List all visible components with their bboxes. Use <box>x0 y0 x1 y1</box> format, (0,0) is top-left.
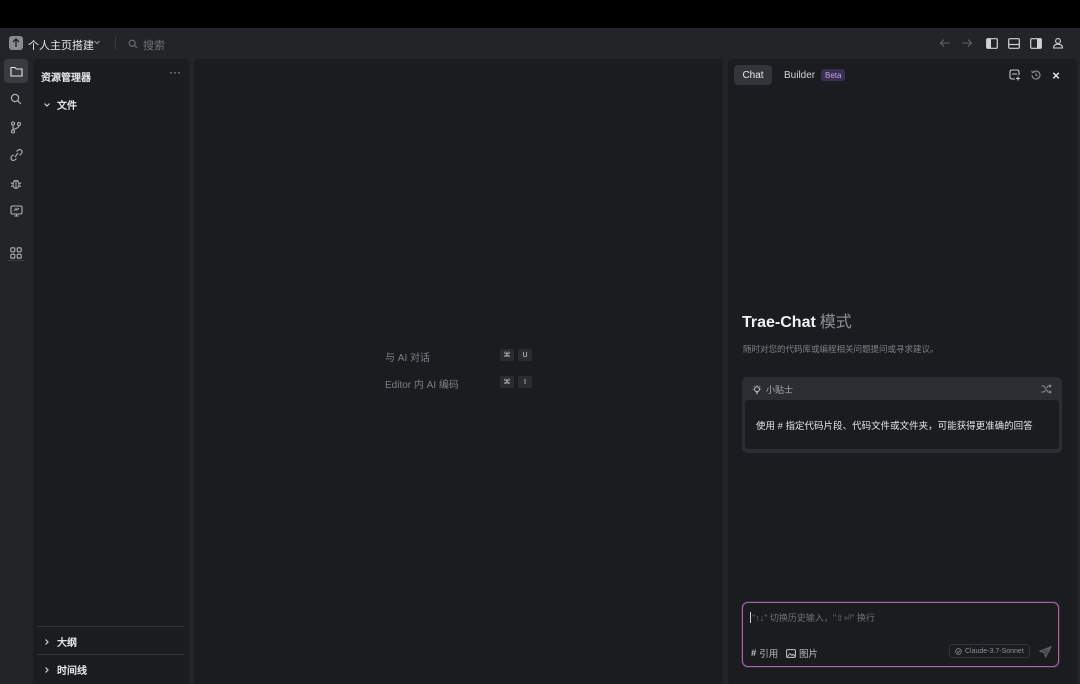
more-options-icon[interactable]: ··· <box>169 65 181 79</box>
send-button[interactable] <box>1037 644 1053 660</box>
chevron-down-icon[interactable] <box>92 36 102 50</box>
tips-card: 小贴士 使用 # 指定代码片段、代码文件或文件夹，可能获得更准确的回答 <box>742 377 1062 453</box>
section-timeline-label: 时间线 <box>57 666 87 677</box>
image-label: 图片 <box>799 649 819 660</box>
shortcut-key: I <box>518 376 532 388</box>
search-icon[interactable] <box>128 38 138 52</box>
chat-title: Trae-Chat <box>742 314 816 331</box>
toggle-left-panel-icon[interactable] <box>985 36 999 50</box>
ai-chat-screen-icon[interactable] <box>4 199 28 223</box>
chat-title-mode: 模式 <box>819 314 852 331</box>
editor-area[interactable]: 与 AI 对话 ⌘ U Editor 内 AI 编码 ⌘ I <box>194 59 723 684</box>
divider <box>37 654 184 655</box>
activity-bar <box>0 59 32 684</box>
explorer-panel: 资源管理器 ··· 文件 大纲 时间线 <box>33 59 189 684</box>
search-icon[interactable] <box>4 87 28 111</box>
model-selector[interactable]: Claude-3.7-Sonnet <box>949 644 1030 658</box>
explorer-title: 资源管理器 <box>41 73 91 84</box>
section-files-label: 文件 <box>57 101 77 112</box>
chat-input-placeholder: "↑↓" 切换历史输入，"⇧⏎" 换行 <box>750 611 875 624</box>
forward-arrow-icon[interactable] <box>960 36 974 50</box>
divider <box>37 626 184 627</box>
hint-inline-label: Editor 内 AI 编码 <box>385 380 459 391</box>
remote-link-icon[interactable] <box>4 143 28 167</box>
tips-text: 使用 # 指定代码片段、代码文件或文件夹，可能获得更准确的回答 <box>745 400 1059 449</box>
screen-top-bar <box>0 0 1080 28</box>
app-window: 个人主页搭建 搜索 资源管理器 ··· 文件 大纲 时间线 与 AI 对话 ⌘ … <box>0 28 1080 684</box>
shortcut-key: ⌘ <box>500 376 514 388</box>
beta-badge: Beta <box>821 69 846 81</box>
divider <box>115 37 116 50</box>
chat-input-placeholder-text: "↑↓" 切换历史输入，"⇧⏎" 换行 <box>752 613 875 623</box>
search-input[interactable]: 搜索 <box>143 37 165 53</box>
toggle-bottom-panel-icon[interactable] <box>1007 36 1021 50</box>
explorer-icon[interactable] <box>4 59 28 83</box>
chat-subtitle: 随时对您的代码库或编程相关问题提问或寻求建议。 <box>743 344 939 354</box>
section-files[interactable]: 文件 <box>43 97 77 112</box>
debug-icon[interactable] <box>4 171 28 195</box>
section-outline-label: 大纲 <box>57 638 77 649</box>
toggle-right-panel-icon[interactable] <box>1029 36 1043 50</box>
text-caret <box>750 612 751 623</box>
hint-chat-label: 与 AI 对话 <box>385 353 431 364</box>
section-timeline[interactable]: 时间线 <box>43 662 87 677</box>
shortcut-key: ⌘ <box>500 349 514 361</box>
source-control-icon[interactable] <box>4 115 28 139</box>
chat-input[interactable]: "↑↓" 切换历史输入，"⇧⏎" 换行 # 引用 图片 Claude-3.7-S… <box>742 602 1059 667</box>
chevron-right-icon <box>45 666 49 673</box>
tab-builder[interactable]: Builder <box>784 70 815 81</box>
lightbulb-icon <box>752 384 762 394</box>
history-icon[interactable] <box>1029 68 1043 82</box>
model-name: Claude-3.7-Sonnet <box>965 647 1024 655</box>
reference-button[interactable]: # 引用 <box>751 646 779 661</box>
send-icon <box>1038 646 1052 658</box>
image-button[interactable]: 图片 <box>786 646 818 660</box>
shuffle-icon[interactable] <box>1041 383 1052 397</box>
tips-header: 小贴士 <box>752 383 793 396</box>
image-icon <box>786 648 796 658</box>
chat-heading: Trae-Chat 模式 <box>742 308 852 332</box>
close-icon[interactable]: × <box>1049 68 1063 83</box>
back-arrow-icon[interactable] <box>938 36 952 50</box>
chat-panel: Chat Builder Beta × Trae-Chat 模式 随时对您的代码库… <box>728 59 1077 684</box>
extensions-grid-icon[interactable] <box>4 241 28 265</box>
section-outline[interactable]: 大纲 <box>43 634 77 649</box>
shortcut-key: U <box>518 349 532 361</box>
new-chat-icon[interactable] <box>1007 68 1021 82</box>
title-bar: 个人主页搭建 搜索 <box>0 28 1080 59</box>
hash-icon: # <box>751 647 757 659</box>
project-name[interactable]: 个人主页搭建 <box>28 37 94 53</box>
chevron-right-icon <box>45 638 49 645</box>
model-icon <box>955 647 962 655</box>
chevron-down-icon <box>44 102 50 107</box>
account-icon[interactable] <box>1051 36 1065 50</box>
project-icon[interactable] <box>9 36 23 50</box>
tips-label: 小贴士 <box>766 385 794 395</box>
tab-chat[interactable]: Chat <box>734 65 772 85</box>
reference-label: 引用 <box>759 649 779 660</box>
